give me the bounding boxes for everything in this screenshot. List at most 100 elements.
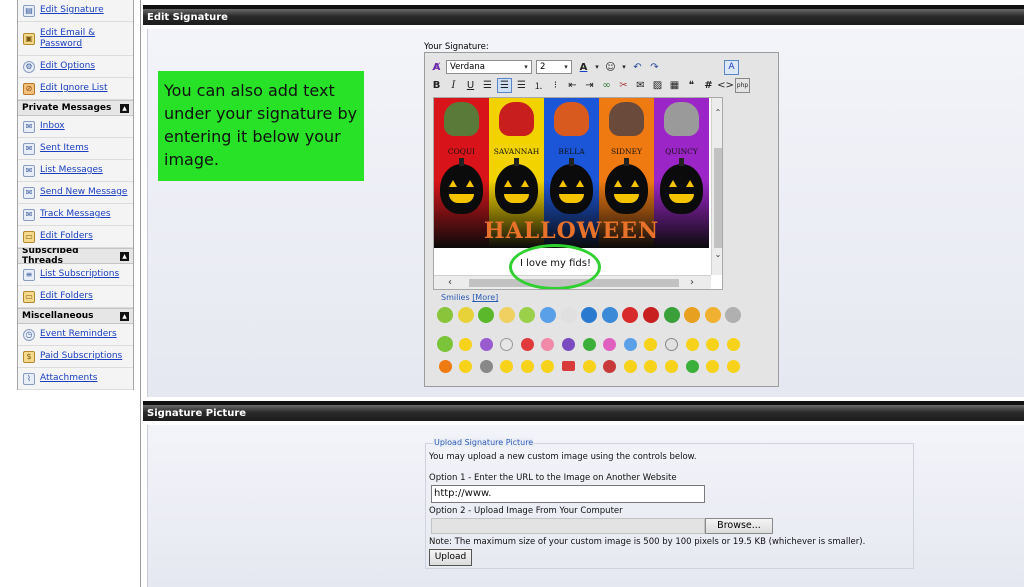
green-smiley-icon[interactable] bbox=[579, 333, 599, 355]
confused-smiley-icon[interactable] bbox=[703, 355, 723, 377]
flag-icon[interactable] bbox=[559, 355, 579, 377]
redo-icon[interactable]: ↷ bbox=[647, 60, 662, 75]
bird-smiley-icon[interactable] bbox=[662, 304, 682, 326]
vertical-scrollbar[interactable]: ⌃ ⌄ bbox=[711, 98, 722, 275]
pink-smiley-icon[interactable] bbox=[600, 333, 620, 355]
sidebar-item-edit-ignore-list[interactable]: ⊘ Edit Ignore List bbox=[18, 78, 133, 100]
scrollbar-thumb[interactable] bbox=[714, 148, 722, 248]
scroll-right-icon[interactable]: › bbox=[686, 276, 698, 289]
thinking-smiley-icon[interactable] bbox=[497, 333, 517, 355]
scroll-down-icon[interactable]: ⌄ bbox=[712, 250, 722, 262]
blush-smiley-icon[interactable] bbox=[538, 333, 558, 355]
outdent-icon[interactable]: ⇤ bbox=[565, 78, 580, 93]
bird-smiley-icon[interactable] bbox=[497, 304, 517, 326]
bird-smiley-icon[interactable] bbox=[435, 333, 455, 355]
happy-smiley-icon[interactable] bbox=[497, 355, 517, 377]
heart-eyes-smiley-icon[interactable] bbox=[538, 355, 558, 377]
link-icon[interactable]: ∞ bbox=[599, 78, 614, 93]
clover-icon[interactable] bbox=[682, 355, 702, 377]
angry-smiley-icon[interactable] bbox=[517, 333, 537, 355]
smile-icon[interactable] bbox=[579, 355, 599, 377]
bold-icon[interactable]: B bbox=[429, 78, 444, 93]
bird-smiley-icon[interactable] bbox=[476, 304, 496, 326]
align-left-icon[interactable]: ☰ bbox=[480, 78, 495, 93]
wink-smiley-icon[interactable] bbox=[641, 333, 661, 355]
bird-smiley-icon[interactable] bbox=[538, 304, 558, 326]
sidebar-item-attachments[interactable]: ⌇ Attachments bbox=[18, 368, 133, 390]
image-url-input[interactable]: http://www. bbox=[431, 485, 705, 503]
indent-icon[interactable]: ⇥ bbox=[582, 78, 597, 93]
ninja-smiley-icon[interactable] bbox=[559, 333, 579, 355]
align-right-icon[interactable]: ☰ bbox=[514, 78, 529, 93]
switch-editor-mode-icon[interactable]: A bbox=[724, 59, 739, 75]
italic-icon[interactable]: I bbox=[446, 78, 461, 93]
grin-smiley-icon[interactable] bbox=[517, 355, 537, 377]
upload-button[interactable]: Upload bbox=[429, 549, 472, 566]
sidebar-item-list-messages[interactable]: ✉ List Messages bbox=[18, 160, 133, 182]
skull-smiley-icon[interactable] bbox=[662, 333, 682, 355]
sidebar-item-edit-folders-subscriptions[interactable]: ▭ Edit Folders bbox=[18, 286, 133, 308]
email-link-icon[interactable]: ✉ bbox=[633, 78, 648, 93]
bird-smiley-icon[interactable] bbox=[641, 304, 661, 326]
browse-button[interactable]: Browse... bbox=[705, 518, 773, 534]
smile-icon[interactable] bbox=[456, 333, 476, 355]
quote-icon[interactable]: ❝ bbox=[684, 78, 699, 93]
smilies-more-link[interactable]: [More] bbox=[472, 293, 498, 302]
sidebar-item-paid-subscriptions[interactable]: $ Paid Subscriptions bbox=[18, 346, 133, 368]
bird-smiley-icon[interactable] bbox=[517, 304, 537, 326]
undo-icon[interactable]: ↶ bbox=[630, 60, 645, 75]
scroll-up-icon[interactable]: ⌃ bbox=[712, 108, 722, 120]
tongue-smiley-icon[interactable] bbox=[641, 355, 661, 377]
smiley-icon[interactable]: ☺ bbox=[603, 60, 618, 75]
size-select[interactable]: 2 ▾ bbox=[536, 60, 572, 74]
sidebar-item-list-subscriptions[interactable]: ≡ List Subscriptions bbox=[18, 264, 133, 286]
bird-smiley-icon[interactable] bbox=[435, 304, 455, 326]
sidebar-item-edit-options[interactable]: ⚙ Edit Options bbox=[18, 56, 133, 78]
shocked-smiley-icon[interactable] bbox=[723, 333, 743, 355]
chevron-down-icon[interactable]: ▾ bbox=[620, 60, 628, 75]
sad-smiley-icon[interactable] bbox=[620, 355, 640, 377]
yin-yang-icon[interactable] bbox=[476, 355, 496, 377]
unordered-list-icon[interactable]: ⁝ bbox=[548, 78, 563, 93]
sidebar-item-edit-signature[interactable]: ▤ Edit Signature bbox=[18, 0, 133, 22]
sidebar-item-inbox[interactable]: ✉ Inbox bbox=[18, 116, 133, 138]
bird-smiley-icon[interactable] bbox=[559, 304, 579, 326]
purple-smiley-icon[interactable] bbox=[476, 333, 496, 355]
sidebar-item-edit-folders[interactable]: ▭ Edit Folders bbox=[18, 226, 133, 248]
collapse-icon[interactable]: ▲ bbox=[120, 251, 129, 261]
hash-icon[interactable]: # bbox=[701, 78, 716, 93]
laugh-smiley-icon[interactable] bbox=[456, 355, 476, 377]
pumpkin-smiley-icon[interactable] bbox=[435, 355, 455, 377]
text-color-icon[interactable]: A bbox=[576, 60, 591, 75]
sidebar-item-sent-items[interactable]: ✉ Sent Items bbox=[18, 138, 133, 160]
cool-smiley-icon[interactable] bbox=[682, 333, 702, 355]
bird-smiley-icon[interactable] bbox=[682, 304, 702, 326]
blue-smiley-icon[interactable] bbox=[620, 333, 640, 355]
rofl-smiley-icon[interactable] bbox=[723, 355, 743, 377]
unlink-icon[interactable]: ✂ bbox=[616, 78, 631, 93]
signature-edit-area[interactable]: COQUI SAVANNAH BELLA SIDNEY QUINCY HALLO… bbox=[433, 97, 723, 290]
php-icon[interactable]: php bbox=[735, 77, 750, 93]
code-icon[interactable]: <> bbox=[717, 78, 734, 93]
bird-smiley-icon[interactable] bbox=[620, 304, 640, 326]
bird-smiley-icon[interactable] bbox=[600, 304, 620, 326]
grin-smiley-icon[interactable] bbox=[703, 333, 723, 355]
scroll-left-icon[interactable]: ‹ bbox=[444, 276, 456, 289]
remove-format-icon[interactable]: A̸ bbox=[429, 60, 444, 75]
collapse-icon[interactable]: ▲ bbox=[120, 103, 129, 113]
collapse-icon[interactable]: ▲ bbox=[120, 311, 129, 321]
image-icon[interactable]: ▨ bbox=[650, 78, 665, 93]
file-path-field[interactable] bbox=[431, 518, 705, 534]
bird-smiley-icon[interactable] bbox=[723, 304, 743, 326]
sidebar-item-event-reminders[interactable]: ◷ Event Reminders bbox=[18, 324, 133, 346]
ordered-list-icon[interactable]: ⒈ bbox=[531, 78, 546, 93]
underline-icon[interactable]: U bbox=[463, 78, 478, 93]
bird-smiley-icon[interactable] bbox=[456, 304, 476, 326]
sidebar-item-send-new-message[interactable]: ✉ Send New Message bbox=[18, 182, 133, 204]
sidebar-item-edit-email-password[interactable]: ▣ Edit Email & Password bbox=[18, 22, 133, 56]
worried-smiley-icon[interactable] bbox=[662, 355, 682, 377]
bird-smiley-icon[interactable] bbox=[703, 304, 723, 326]
video-icon[interactable]: ▦ bbox=[667, 78, 682, 93]
sidebar-item-track-messages[interactable]: ✉ Track Messages bbox=[18, 204, 133, 226]
align-center-icon[interactable]: ☰ bbox=[497, 77, 512, 93]
